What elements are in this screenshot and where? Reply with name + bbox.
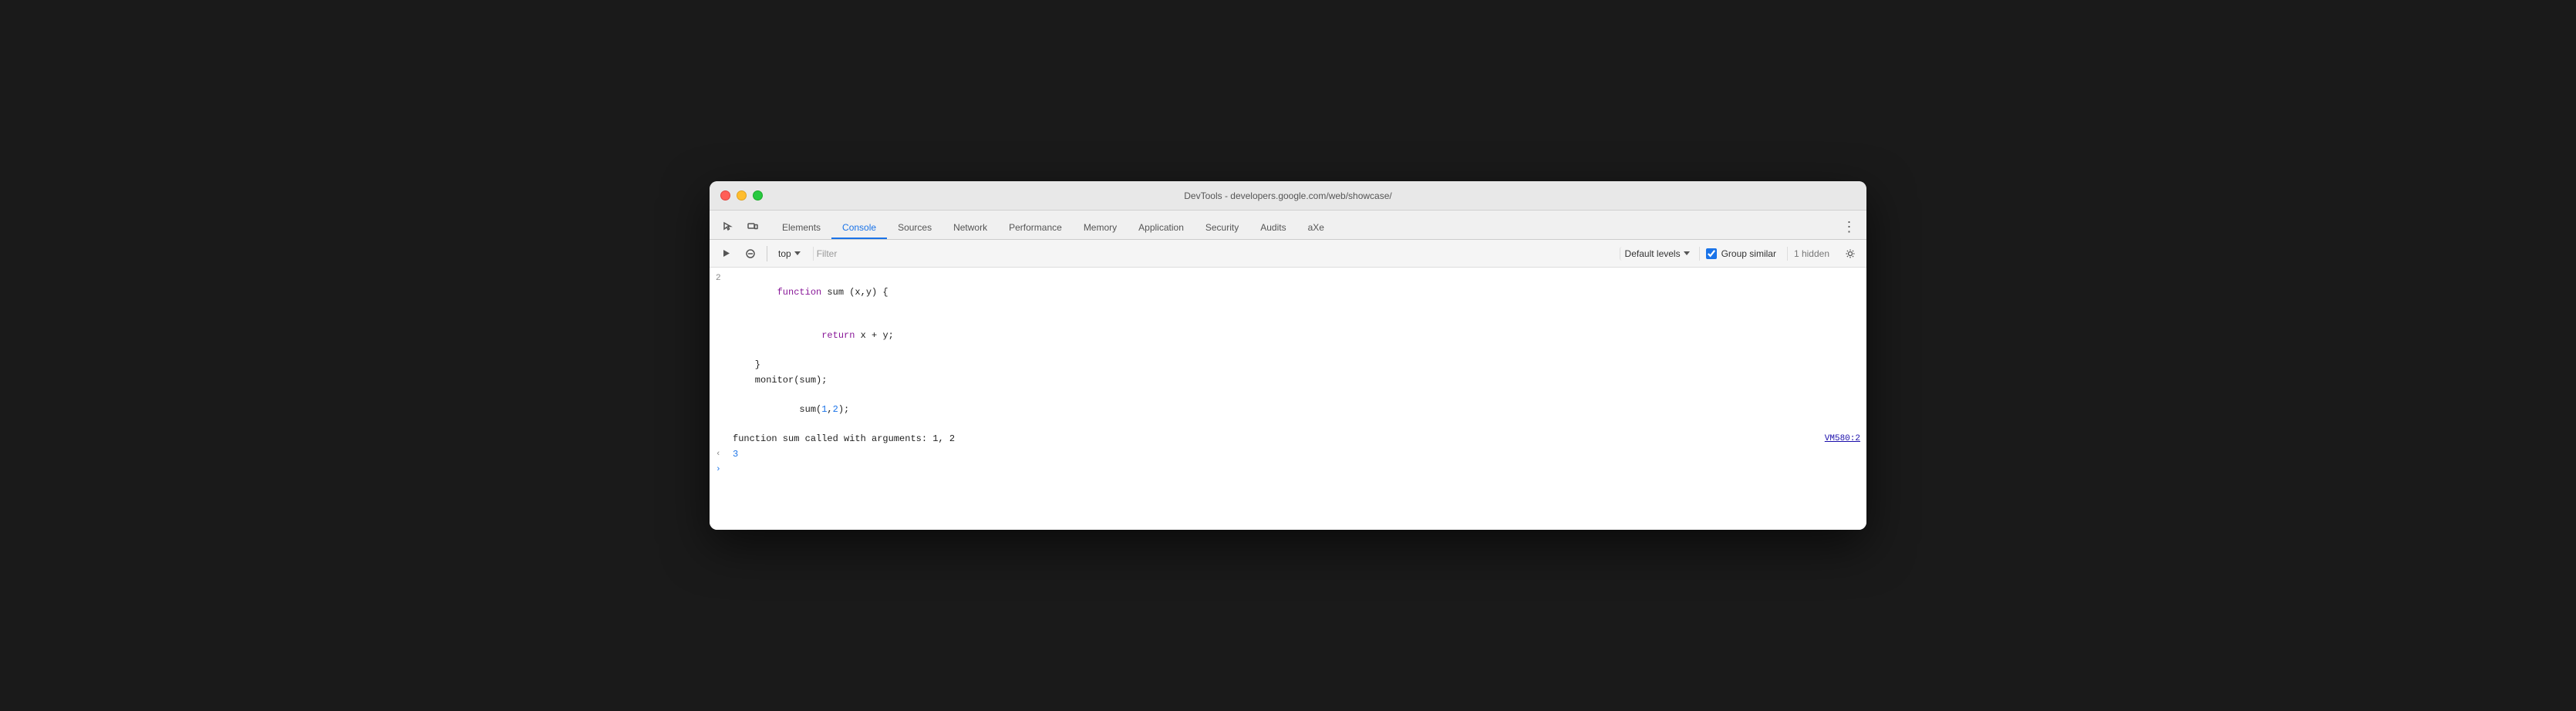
toolbar-actions (717, 217, 764, 239)
clear-console-button[interactable] (740, 244, 760, 264)
group-similar-label[interactable]: Group similar (1721, 248, 1776, 259)
device-toggle-button[interactable] (742, 217, 764, 236)
console-line-8: › (710, 462, 1866, 477)
code-indent-2 (777, 330, 822, 341)
tab-performance[interactable]: Performance (998, 217, 1073, 239)
code-close: ); (838, 404, 849, 415)
group-similar-checkbox[interactable] (1706, 248, 1717, 259)
context-selector[interactable]: top (774, 247, 805, 261)
default-levels-label: Default levels (1625, 248, 1681, 259)
line-content-2: return x + y; (733, 315, 1860, 356)
tab-memory[interactable]: Memory (1073, 217, 1128, 239)
code-comma: , (827, 404, 832, 415)
console-line-1: 2 function sum (x,y) { (710, 271, 1866, 314)
line-content-1: function sum (x,y) { (733, 271, 1860, 313)
line-indicator-1: 2 (716, 271, 733, 285)
console-line-7: ‹ 3 (710, 446, 1866, 462)
minimize-button[interactable] (737, 190, 747, 200)
console-line-3: } (710, 357, 1866, 372)
console-settings-button[interactable] (1840, 244, 1860, 264)
window-title: DevTools - developers.google.com/web/sho… (1184, 190, 1391, 201)
tab-console[interactable]: Console (831, 217, 887, 239)
tab-axe[interactable]: aXe (1297, 217, 1335, 239)
line-content-3: } (733, 358, 1860, 372)
hidden-count: 1 hidden (1787, 247, 1836, 261)
tab-elements[interactable]: Elements (771, 217, 831, 239)
console-toolbar: top Default levels Group similar 1 hidde… (710, 240, 1866, 268)
console-line-5: sum(1,2); (710, 388, 1866, 431)
num-2: 2 (833, 404, 838, 415)
title-bar: DevTools - developers.google.com/web/sho… (710, 181, 1866, 211)
keyword-return: return (821, 330, 855, 341)
tab-application[interactable]: Application (1128, 217, 1195, 239)
tab-sources[interactable]: Sources (887, 217, 942, 239)
console-prompt: › (716, 463, 733, 477)
tab-network[interactable]: Network (942, 217, 998, 239)
maximize-button[interactable] (753, 190, 763, 200)
line-content-5: sum(1,2); (733, 389, 1860, 430)
tab-audits[interactable]: Audits (1249, 217, 1296, 239)
tab-bar: Elements Console Sources Network Perform… (710, 211, 1866, 240)
tab-bar-right: ⋮ (1840, 217, 1859, 239)
tab-security[interactable]: Security (1195, 217, 1249, 239)
code-text-2: x + y; (855, 330, 893, 341)
default-levels-selector[interactable]: Default levels (1620, 247, 1694, 261)
console-content: 2 function sum (x,y) { return x + y; } m… (710, 268, 1866, 530)
line-indicator-7: ‹ (716, 447, 733, 461)
keyword-function: function (777, 287, 822, 298)
devtools-window: DevTools - developers.google.com/web/sho… (710, 181, 1866, 530)
context-label: top (778, 248, 791, 259)
execute-button[interactable] (716, 244, 736, 264)
filter-input[interactable] (813, 247, 1612, 261)
more-tabs-button[interactable]: ⋮ (1840, 217, 1859, 236)
console-line-4: monitor(sum); (710, 372, 1866, 388)
console-line-2: return x + y; (710, 314, 1866, 357)
console-line-6: function sum called with arguments: 1, 2… (710, 431, 1866, 446)
traffic-lights (720, 190, 763, 200)
code-sum: sum( (777, 404, 822, 415)
line-source-6[interactable]: VM580:2 (1825, 432, 1860, 446)
code-text-1: sum (x,y) { (821, 287, 888, 298)
line-content-6: function sum called with arguments: 1, 2 (733, 432, 1825, 446)
close-button[interactable] (720, 190, 730, 200)
line-content-7: 3 (733, 447, 1860, 461)
tabs: Elements Console Sources Network Perform… (771, 217, 1335, 239)
group-similar-container: Group similar (1699, 247, 1782, 261)
line-content-4: monitor(sum); (733, 373, 1860, 387)
inspect-element-button[interactable] (717, 217, 739, 236)
